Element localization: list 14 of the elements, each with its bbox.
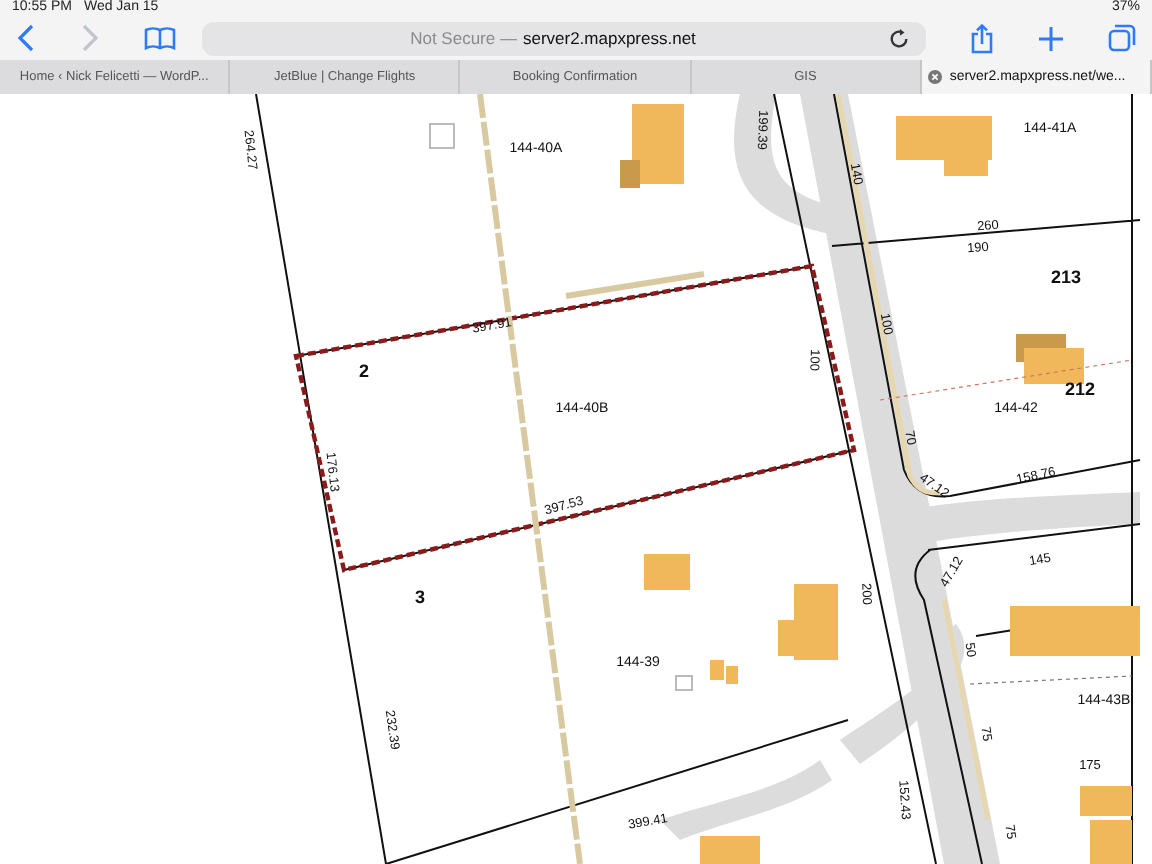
lot-number: 3 [415, 586, 425, 607]
share-icon[interactable] [970, 23, 994, 53]
address-bar[interactable]: Not Secure — server2.mapxpress.net [202, 21, 926, 55]
lot-number: 213 [1050, 266, 1082, 287]
lot-number: 2 [359, 360, 369, 381]
back-icon[interactable] [16, 24, 36, 52]
security-label: Not Secure — [410, 28, 517, 48]
bookmarks-icon[interactable] [144, 26, 176, 50]
tabs-icon[interactable] [1108, 24, 1136, 52]
close-icon[interactable] [927, 70, 942, 84]
url-domain: server2.mapxpress.net [522, 28, 696, 48]
reload-icon[interactable] [888, 27, 910, 49]
lot-number: 212 [1064, 378, 1096, 399]
new-tab-icon[interactable] [1038, 25, 1064, 51]
